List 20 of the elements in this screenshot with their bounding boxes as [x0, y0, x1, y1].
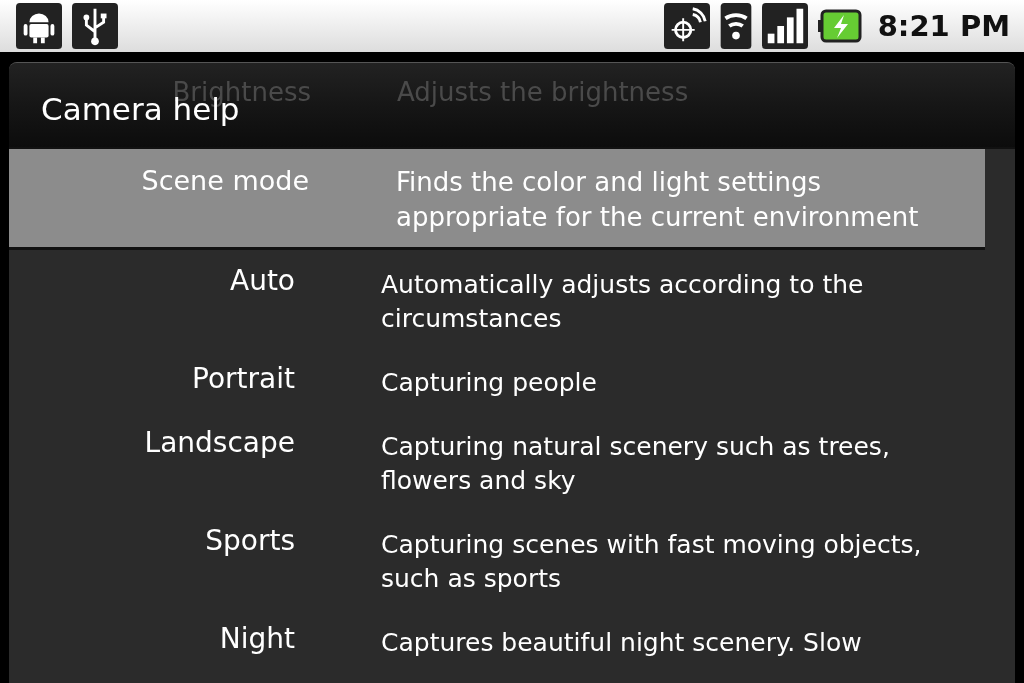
item-description: Capturing people — [381, 367, 598, 399]
battery-charging-icon — [817, 9, 862, 43]
item-label: Landscape — [143, 426, 295, 461]
item-label: Night — [218, 622, 295, 657]
status-time: 8:21 PM — [877, 9, 1010, 43]
item-label: Auto — [229, 264, 295, 299]
robot-icon — [16, 3, 62, 49]
wifi-icon — [719, 3, 752, 49]
gps-icon — [663, 3, 710, 49]
item-label: Sports — [204, 524, 295, 559]
item-description: Capturing scenes with fast moving objects, such as sports — [381, 529, 923, 595]
section-label: Scene mode — [140, 165, 309, 198]
item-label: Portrait — [191, 362, 295, 397]
item-description: Captures beautiful night scenery. Slow — [381, 627, 863, 659]
signal-icon — [761, 3, 808, 49]
section-description: Finds the color and light settings appropriate for the current environment — [396, 166, 920, 234]
usb-icon — [72, 3, 118, 49]
item-description: Automatically adjusts according to the circumstances — [381, 269, 865, 335]
item-description: Capturing natural scenery such as trees, flowers and sky — [381, 431, 891, 497]
section-row[interactable]: Scene mode Finds the color and light settings appropriate for the current environment — [9, 149, 985, 250]
